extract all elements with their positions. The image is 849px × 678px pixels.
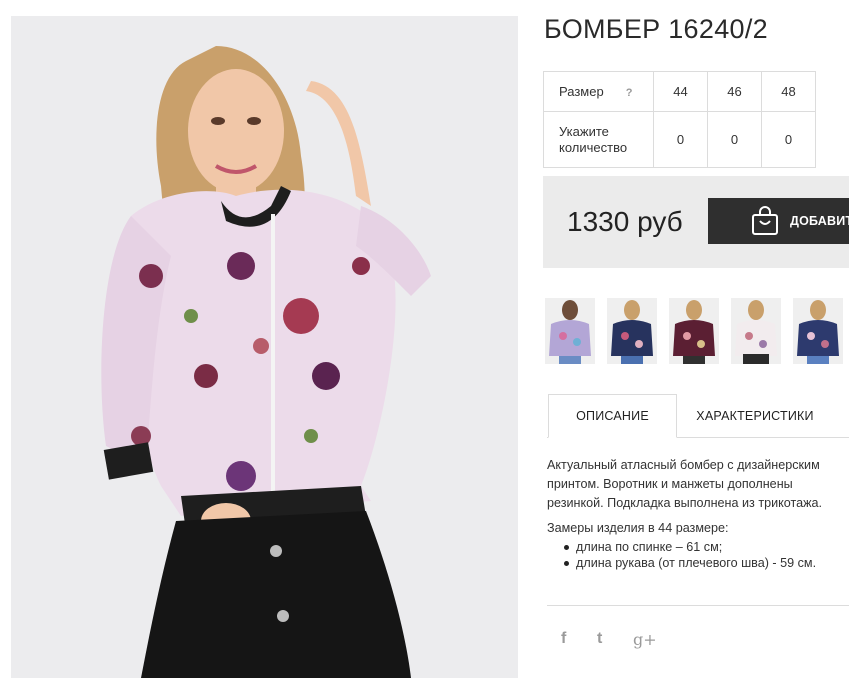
facebook-icon[interactable]: f: [561, 630, 566, 648]
product-main-image[interactable]: [11, 16, 518, 678]
quantity-input-48[interactable]: 0: [761, 111, 816, 168]
quantity-row: Укажите количество 0 0 0: [543, 111, 816, 168]
thumbnail-2[interactable]: [607, 298, 657, 364]
size-46: 46: [707, 71, 762, 112]
measure-title: Замеры изделия в 44 размере:: [547, 521, 729, 535]
divider: [547, 605, 849, 606]
quantity-label-line2: количество: [559, 139, 628, 155]
size-label-cell: Размер?: [543, 71, 654, 112]
thumbnail-3[interactable]: [669, 298, 719, 364]
product-price: 1330 руб: [567, 206, 683, 237]
description-text: Актуальный атласный бомбер с дизайнерски…: [547, 458, 823, 510]
size-row: Размер? 44 46 48: [543, 71, 816, 112]
thumbnail-5[interactable]: [793, 298, 843, 364]
thumbnail-1[interactable]: [545, 298, 595, 364]
tab-description[interactable]: ОПИСАНИЕ: [548, 394, 677, 438]
add-to-cart-button[interactable]: ДОБАВИТЬ: [708, 198, 849, 244]
size-44: 44: [653, 71, 708, 112]
quantity-label: Укажите количество: [543, 111, 654, 168]
quantity-label-line1: Укажите: [559, 123, 609, 139]
size-table: Размер? 44 46 48 Укажите количество 0 0 …: [543, 71, 816, 168]
measure-list: длина по спинке – 61 см; длина рукава (о…: [547, 539, 847, 571]
thumbnail-4[interactable]: [731, 298, 781, 364]
twitter-icon[interactable]: t: [597, 630, 602, 648]
description-panel: Актуальный атласный бомбер с дизайнерски…: [547, 456, 847, 571]
price-panel: 1330 руб ДОБАВИТЬ: [543, 176, 849, 268]
shopping-bag-icon: [751, 206, 779, 239]
add-to-cart-label: ДОБАВИТЬ: [790, 214, 849, 228]
product-title: БОМБЕР 16240/2: [544, 14, 768, 44]
list-item: длина рукава (от плечевого шва) - 59 см.: [564, 555, 847, 571]
google-plus-icon[interactable]: g+: [633, 630, 657, 649]
list-item: длина по спинке – 61 см;: [564, 539, 847, 555]
size-help-icon[interactable]: ?: [626, 87, 633, 99]
quantity-input-46[interactable]: 0: [707, 111, 762, 168]
tab-characteristics[interactable]: ХАРАКТЕРИСТИКИ: [685, 394, 825, 438]
quantity-input-44[interactable]: 0: [653, 111, 708, 168]
size-label: Размер: [559, 84, 604, 99]
size-48: 48: [761, 71, 816, 112]
